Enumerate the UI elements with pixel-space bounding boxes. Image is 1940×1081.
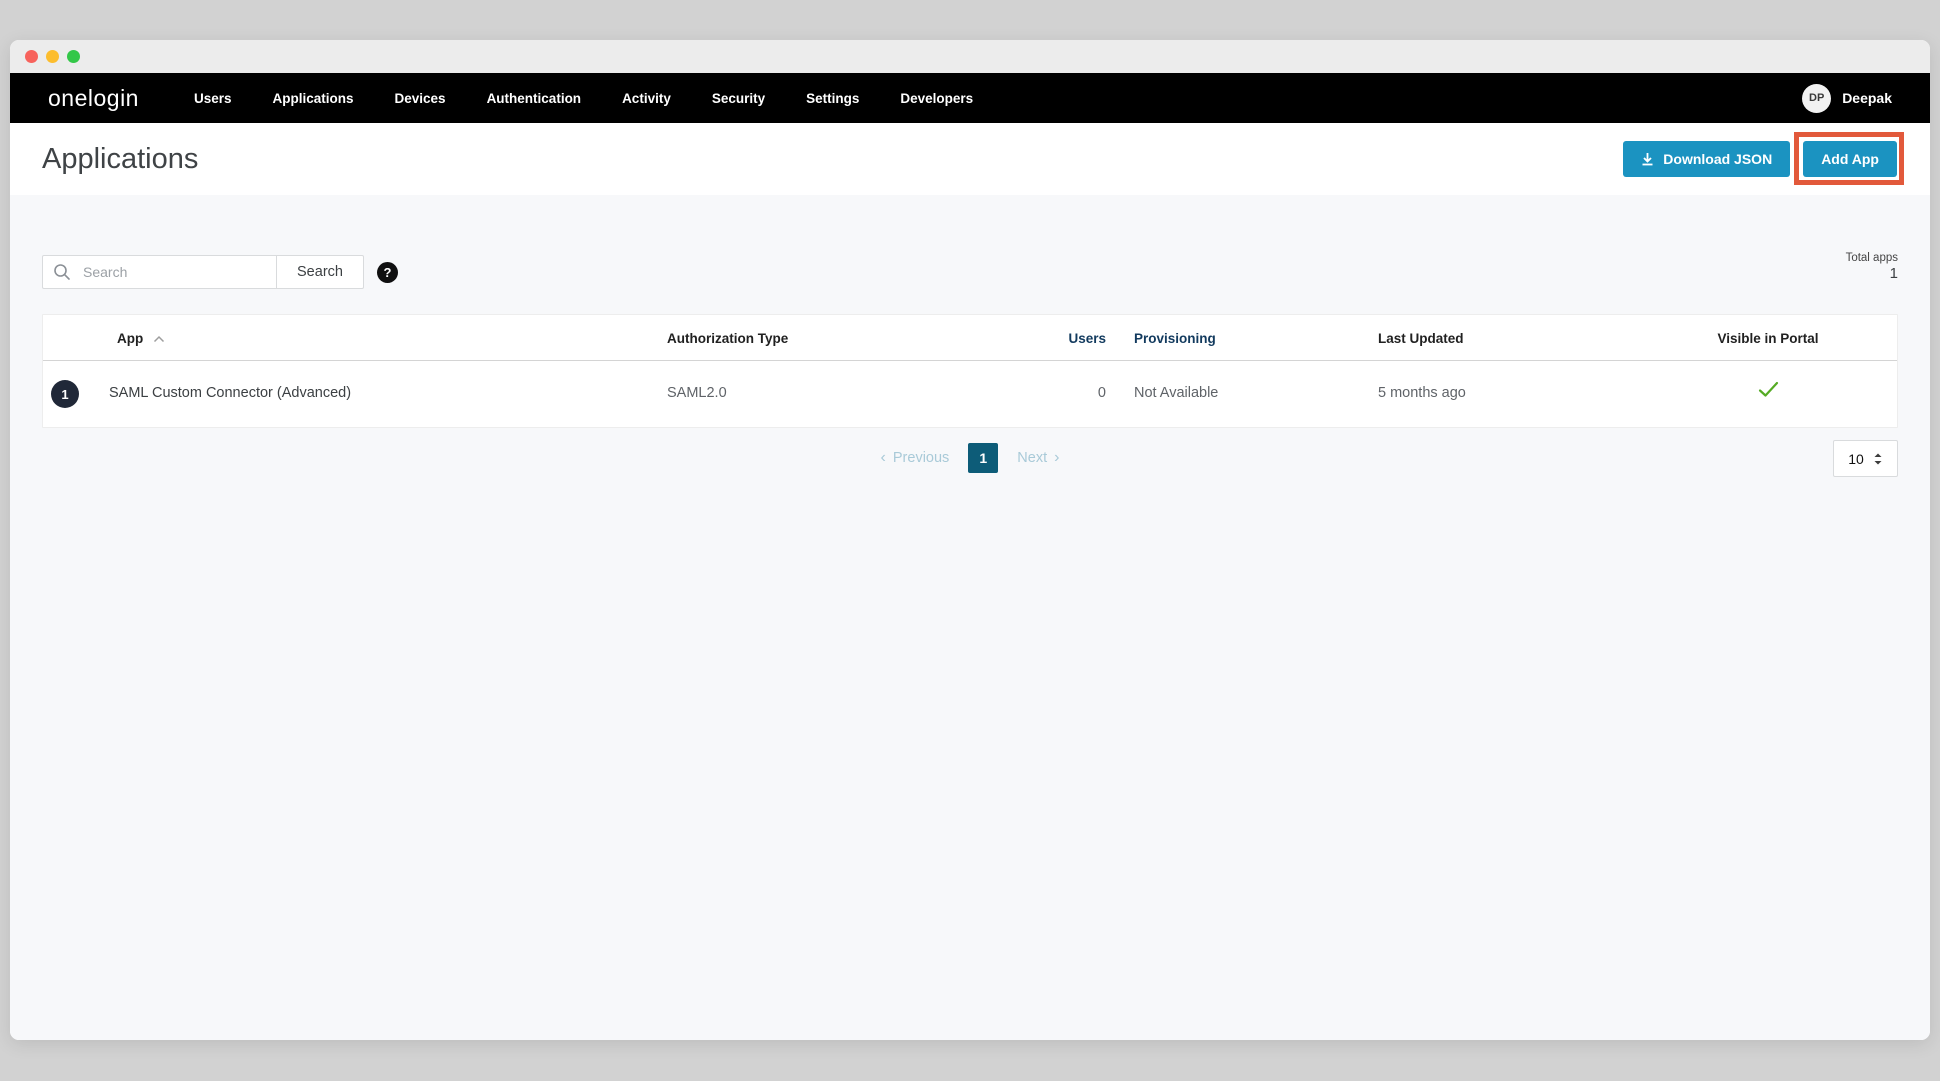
total-apps: Total apps 1 [1846,252,1898,282]
close-window-button[interactable] [25,50,38,63]
column-header-app-label: App [117,331,143,346]
page-size-select[interactable]: 10 [1833,440,1898,477]
column-header-provisioning[interactable]: Provisioning [1134,331,1216,346]
download-icon [1641,152,1654,166]
header-buttons: Download JSON Add App [1623,141,1897,177]
sort-ascending-icon [153,335,165,343]
download-json-label: Download JSON [1663,151,1772,167]
next-page-button[interactable]: Next › [1017,450,1059,466]
column-header-auth-type: Authorization Type [667,331,788,346]
nav-item-security[interactable]: Security [712,91,765,106]
previous-page-label: Previous [893,450,949,466]
cell-provisioning: Not Available [1134,385,1218,401]
minimize-window-button[interactable] [46,50,59,63]
current-page-button[interactable]: 1 [968,443,998,473]
pagination-row: ‹ Previous 1 Next › 10 [42,440,1898,477]
nav-item-applications[interactable]: Applications [273,91,354,106]
cell-app-name[interactable]: SAML Custom Connector (Advanced) [109,385,351,401]
table-row[interactable]: 1 SAML Custom Connector (Advanced) SAML2… [43,361,1897,427]
page-title: Applications [42,143,198,176]
user-name[interactable]: Deepak [1842,90,1892,106]
applications-table: App Authorization Type Users Provisionin… [42,314,1898,428]
onelogin-logo: onelogin [48,85,139,112]
search-input[interactable] [42,255,277,289]
spinner-arrows-icon [1873,452,1883,466]
window-titlebar [10,40,1930,73]
nav-item-devices[interactable]: Devices [395,91,446,106]
add-app-label: Add App [1821,151,1879,167]
user-avatar[interactable]: DP [1802,84,1831,113]
top-navbar: onelogin Users Applications Devices Auth… [10,73,1930,123]
column-header-users[interactable]: Users [903,331,1106,346]
cell-users-count: 0 [903,385,1106,401]
maximize-window-button[interactable] [67,50,80,63]
nav-item-settings[interactable]: Settings [806,91,859,106]
page-body: Search ? Total apps 1 App Authori [10,195,1930,1040]
nav-item-authentication[interactable]: Authentication [487,91,582,106]
nav-item-users[interactable]: Users [194,91,232,106]
page-header: Applications Download JSON Add App [10,123,1930,195]
table-header-row: App Authorization Type Users Provisionin… [43,315,1897,361]
help-icon[interactable]: ? [377,262,398,283]
chevron-left-icon: ‹ [881,450,886,466]
user-menu[interactable]: DP Deepak [1802,84,1892,113]
pager: ‹ Previous 1 Next › [42,443,1898,473]
cell-last-updated: 5 months ago [1378,385,1466,401]
page-size-value: 10 [1848,451,1864,467]
total-apps-label: Total apps [1846,252,1898,264]
cell-auth-type: SAML2.0 [667,385,727,401]
column-header-visible-in-portal: Visible in Portal [1683,331,1853,346]
column-header-app[interactable]: App [117,331,165,346]
add-app-button[interactable]: Add App [1803,141,1897,177]
visible-in-portal-check-icon [1683,381,1853,402]
total-apps-value: 1 [1846,265,1898,282]
next-page-label: Next [1017,450,1047,466]
download-json-button[interactable]: Download JSON [1623,141,1790,177]
chevron-right-icon: › [1054,450,1059,466]
main-menu: Users Applications Devices Authenticatio… [194,91,973,106]
browser-window: onelogin Users Applications Devices Auth… [10,40,1930,1040]
nav-item-developers[interactable]: Developers [900,91,973,106]
column-header-last-updated: Last Updated [1378,331,1464,346]
search-box: Search ? [42,255,398,289]
app-index-badge: 1 [51,380,79,408]
search-button[interactable]: Search [276,255,364,289]
previous-page-button[interactable]: ‹ Previous [881,450,950,466]
toolbar-row: Search ? Total apps 1 [42,255,1898,289]
nav-item-activity[interactable]: Activity [622,91,671,106]
